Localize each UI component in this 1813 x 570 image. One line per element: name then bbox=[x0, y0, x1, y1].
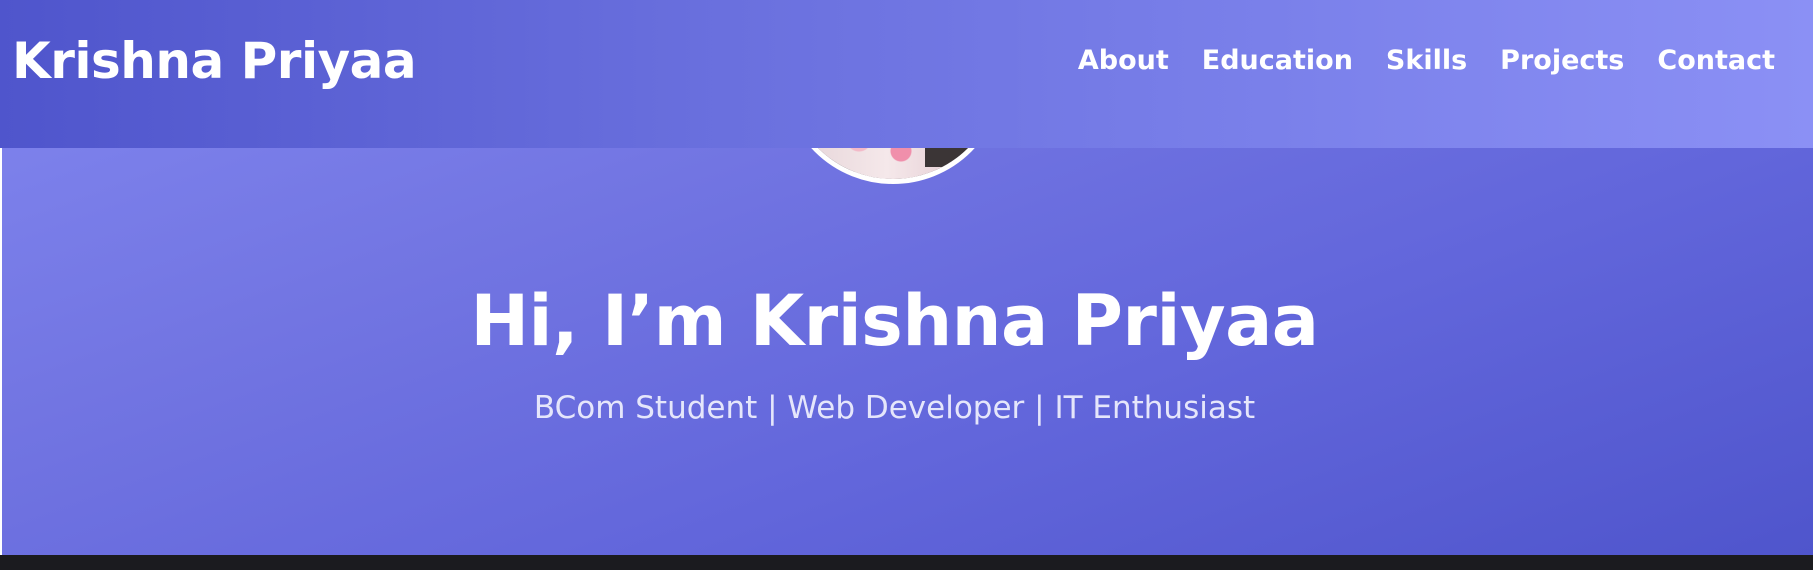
portfolio-page: Hi, I’m Krishna Priyaa BCom Student | We… bbox=[0, 0, 1813, 570]
nav-link-contact[interactable]: Contact bbox=[1657, 40, 1775, 82]
nav-link-education[interactable]: Education bbox=[1202, 40, 1353, 82]
nav-link-about[interactable]: About bbox=[1078, 40, 1169, 82]
main-nav: About Education Skills Projects Contact bbox=[1078, 40, 1775, 82]
nav-link-skills[interactable]: Skills bbox=[1386, 40, 1467, 82]
nav-link-projects[interactable]: Projects bbox=[1500, 40, 1624, 82]
hero-title: Hi, I’m Krishna Priyaa bbox=[470, 280, 1319, 362]
top-navbar: Krishna Priyaa About Education Skills Pr… bbox=[0, 0, 1813, 148]
hero-subtitle: BCom Student | Web Developer | IT Enthus… bbox=[533, 390, 1256, 426]
site-brand[interactable]: Krishna Priyaa bbox=[12, 26, 417, 96]
next-section-edge bbox=[0, 555, 1813, 570]
